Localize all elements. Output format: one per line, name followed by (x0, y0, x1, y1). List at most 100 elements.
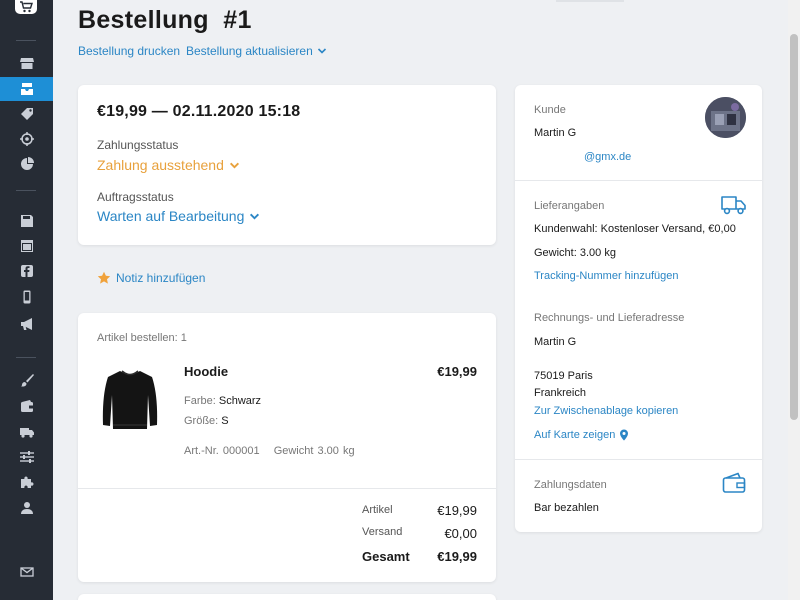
product-image[interactable] (100, 365, 160, 435)
grand-total-value: €19,99 (437, 549, 477, 564)
wallet-icon (722, 472, 746, 494)
map-pin-icon (620, 429, 629, 441)
mail-icon (19, 567, 34, 577)
add-note-button[interactable]: Notiz hinzufügen (97, 271, 205, 285)
size-label: Größe: (184, 415, 219, 427)
sidebar-item-mobile[interactable] (0, 285, 53, 309)
sidebar-item-messages[interactable] (0, 560, 53, 584)
order-status-value: Warten auf Bearbeitung (97, 208, 245, 224)
save-icon (20, 215, 33, 227)
mobile-icon (23, 290, 30, 304)
scrollbar-thumb[interactable] (790, 34, 798, 420)
copy-address-link[interactable]: Zur Zwischenablage kopieren (534, 405, 678, 417)
product-name[interactable]: Hoodie (184, 364, 228, 379)
shipping-heading: Lieferangaben (534, 200, 605, 212)
sidebar-item-marketing[interactable] (0, 127, 53, 151)
next-card-partial (78, 594, 496, 600)
sidebar-item-account[interactable] (0, 496, 53, 520)
sidebar-item-statistics[interactable] (0, 152, 53, 176)
order-status-card: €19,99 — 02.11.2020 15:18 Zahlungsstatus… (78, 85, 496, 245)
chevron-down-icon (229, 162, 239, 168)
add-tracking-label: Tracking-Nummer hinzufügen (534, 270, 679, 282)
shipping-choice: Kundenwahl: Kostenloser Versand, €0,00 (534, 223, 736, 235)
sidebar-item-facebook[interactable] (0, 259, 53, 283)
grand-total-label: Gesamt (362, 549, 410, 564)
address-divider (515, 459, 762, 460)
sku-label: Art.-Nr. (184, 445, 219, 457)
sliders-icon (19, 451, 34, 463)
sidebar-divider (16, 40, 36, 41)
sidebar-item-save[interactable] (0, 209, 53, 233)
copy-address-label: Zur Zwischenablage kopieren (534, 405, 679, 417)
sidebar-item-store[interactable] (0, 51, 53, 75)
items-count: Artikel bestellen: 1 (97, 332, 187, 344)
print-order-link[interactable]: Bestellung drucken (78, 44, 180, 58)
order-items-card: Artikel bestellen: 1 Hoodie €19,99 Farbe… (78, 313, 496, 582)
shop-logo-icon[interactable] (15, 0, 37, 14)
top-button-partial (556, 0, 624, 2)
shipping-total-value: €0,00 (444, 526, 477, 541)
user-icon (20, 502, 33, 514)
sidebar-item-payments[interactable] (0, 394, 53, 418)
weight-value: 3.00 kg (317, 445, 355, 457)
sidebar-item-design[interactable] (0, 368, 53, 392)
sidebar-item-shipping[interactable] (0, 420, 53, 444)
update-order-dropdown[interactable]: Bestellung aktualisieren (186, 44, 327, 58)
customer-email-link[interactable]: @gmx.de (584, 151, 631, 163)
chevron-down-icon (317, 48, 326, 54)
brush-icon (20, 374, 34, 387)
size-value: S (221, 415, 229, 427)
payment-heading: Zahlungsdaten (534, 479, 607, 491)
orders-icon (20, 83, 33, 95)
sidebar-item-settings[interactable] (0, 445, 53, 469)
sku-value: 000001 (222, 445, 260, 457)
sidebar-item-website[interactable] (0, 234, 53, 258)
order-amount-date: €19,99 — 02.11.2020 15:18 (97, 103, 301, 120)
wallet-icon (20, 400, 33, 412)
address-city: 75019 Paris (534, 370, 593, 382)
sidebar-item-orders[interactable] (0, 77, 53, 101)
sidebar-divider (16, 357, 36, 358)
customer-heading: Kunde (534, 104, 566, 116)
star-icon (97, 271, 111, 284)
order-status-dropdown[interactable]: Warten auf Bearbeitung (97, 208, 260, 224)
shipping-weight: Gewicht: 3.00 kg (534, 247, 616, 259)
truck-icon (721, 194, 747, 216)
shipping-total-label: Versand (362, 526, 403, 538)
add-tracking-link[interactable]: Tracking-Nummer hinzufügen (534, 270, 678, 282)
browser-icon (20, 240, 33, 252)
customer-name[interactable]: Martin G (534, 127, 576, 139)
payment-status-dropdown[interactable]: Zahlung ausstehend (97, 157, 240, 173)
truck-icon (19, 428, 34, 438)
sidebar-item-apps[interactable] (0, 470, 53, 494)
facebook-icon (20, 265, 33, 277)
color-label: Farbe: (184, 395, 216, 407)
pie-chart-icon (20, 157, 34, 170)
store-icon (19, 58, 34, 69)
product-size: Größe: S (184, 415, 229, 427)
sidebar-item-products[interactable] (0, 102, 53, 126)
customer-details-card: Kunde Martin G @gmx.de Lieferangaben Kun… (515, 85, 762, 532)
avatar[interactable] (705, 97, 746, 138)
customer-email: @gmx.de (584, 151, 632, 163)
product-meta: Art.-Nr. 000001 Gewicht 3.00 kg (184, 445, 355, 457)
product-price: €19,99 (437, 364, 477, 379)
sidebar-item-promotion[interactable] (0, 312, 53, 336)
articles-total-value: €19,99 (437, 503, 477, 518)
address-country: Frankreich (534, 387, 586, 399)
tag-icon (20, 108, 33, 120)
update-order-label: Bestellung aktualisieren (186, 44, 313, 58)
show-on-map-link[interactable]: Auf Karte zeigen (534, 429, 629, 441)
target-icon (19, 132, 34, 146)
payment-status-label: Zahlungsstatus (97, 138, 179, 152)
print-order-label: Bestellung drucken (78, 44, 181, 58)
sidebar-divider (16, 190, 36, 191)
payment-status-value: Zahlung ausstehend (97, 157, 224, 173)
product-color: Farbe: Schwarz (184, 395, 261, 407)
sidebar (0, 0, 53, 600)
page-scrollbar[interactable] (788, 0, 800, 600)
payment-method: Bar bezahlen (534, 502, 599, 514)
megaphone-icon (20, 318, 32, 330)
address-name: Martin G (534, 336, 577, 348)
puzzle-icon (20, 476, 33, 488)
